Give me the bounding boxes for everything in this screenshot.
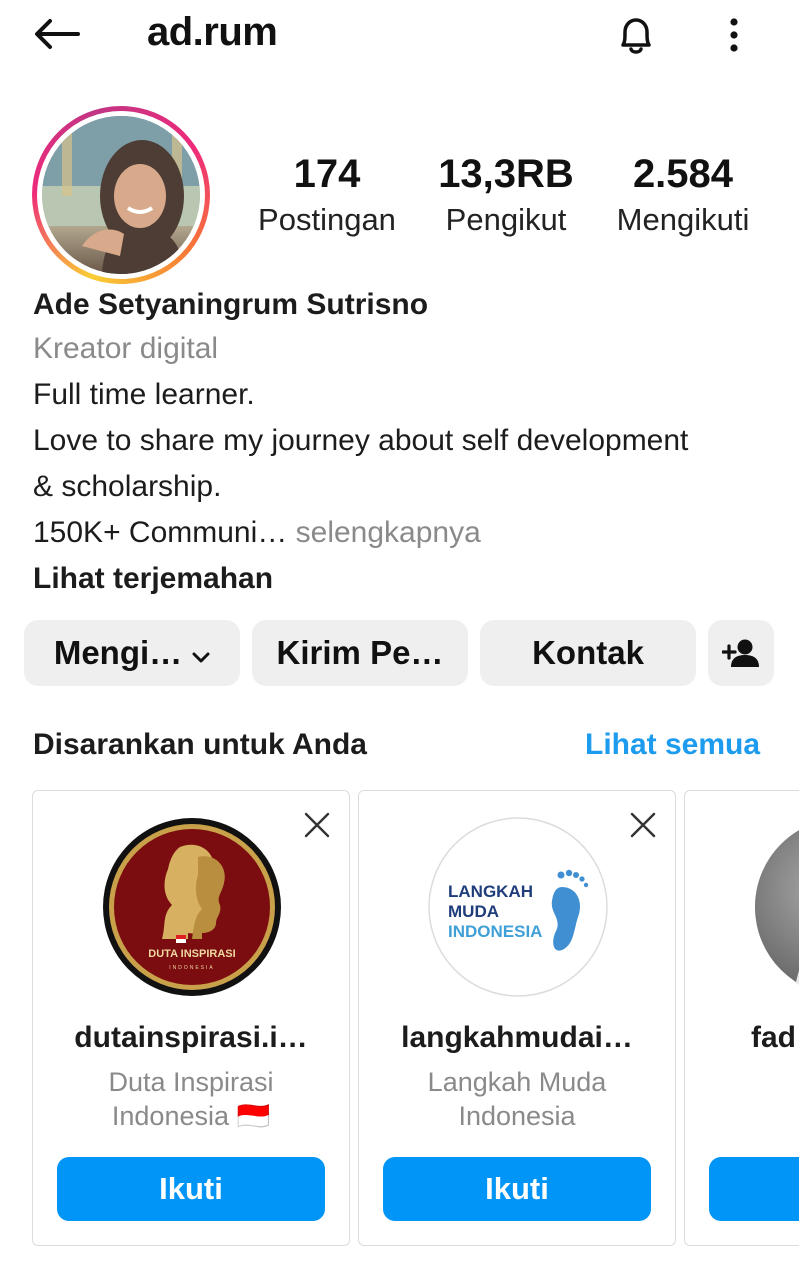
profile-stats: 174 Postingan 13,3RB Pengikut 2.584 Meng… — [240, 150, 780, 250]
more-vertical-icon — [730, 18, 738, 52]
bio-line: Love to share my journey about self deve… — [33, 424, 689, 457]
fullname-line: Indonesia 🇮🇩 — [111, 1101, 271, 1131]
bio-truncated-text: 150K+ Communi… — [33, 516, 288, 549]
profile-avatar-story-ring[interactable] — [32, 106, 210, 284]
see-all-link[interactable]: Lihat semua — [585, 728, 760, 762]
posts-label: Postingan — [258, 202, 396, 237]
see-translation-link[interactable]: Lihat terjemahan — [33, 556, 773, 602]
posts-count: 174 — [293, 152, 361, 196]
arrow-left-icon — [35, 19, 80, 49]
see-more-link[interactable]: selengkapnya — [296, 516, 481, 549]
following-button-label: Mengi… — [53, 634, 183, 671]
suggestion-avatar[interactable]: LANGKAH MUDA INDONESIA — [428, 817, 608, 997]
following-label: Mengikuti — [616, 202, 750, 237]
fullname-line: Langkah Muda — [427, 1067, 607, 1097]
duta-inspirasi-logo: DUTA INSPIRASI INDONESIA — [103, 818, 281, 996]
suggestion-fullname: Langkah Muda Indonesia — [359, 1065, 675, 1133]
dismiss-suggestion-button[interactable] — [299, 807, 335, 843]
chevron-down-icon — [192, 634, 210, 672]
logo-line: MUDA — [448, 902, 499, 921]
profile-avatar — [42, 116, 200, 274]
suggestion-username[interactable]: langkahmudai… — [359, 1021, 675, 1055]
follow-button[interactable]: Ikuti — [57, 1157, 325, 1221]
bio-line: & scholarship. — [33, 470, 222, 503]
fullname-line: Duta Inspirasi — [108, 1067, 274, 1097]
followers-label: Pengikut — [445, 202, 567, 237]
profile-actions: Mengi… Kirim Pe… Kontak — [24, 620, 784, 686]
dismiss-suggestion-button[interactable] — [625, 807, 661, 843]
following-stat[interactable]: 2.584 Mengikuti — [600, 150, 766, 240]
profile-bio: Ade Setyaningrum Sutrisno Kreator digita… — [33, 284, 773, 602]
bio-line: Full time learner. — [33, 378, 255, 411]
notifications-button[interactable] — [608, 10, 664, 60]
follow-button[interactable] — [709, 1157, 799, 1221]
suggestion-avatar[interactable] — [754, 817, 799, 997]
following-count: 2.584 — [632, 152, 734, 196]
suggestion-avatar-photo — [755, 830, 799, 997]
avatar-photo — [42, 116, 200, 274]
profile-username: ad.rum — [147, 10, 278, 54]
profile-full-name: Ade Setyaningrum Sutrisno — [33, 288, 429, 321]
suggestions-title: Disarankan untuk Anda — [33, 728, 367, 761]
top-bar: ad.rum — [0, 0, 799, 70]
suggestion-card[interactable]: DUTA INSPIRASI INDONESIA dutainspirasi.i… — [32, 790, 350, 1246]
logo-text: DUTA INSPIRASI — [148, 948, 235, 960]
langkah-muda-logo: LANGKAH MUDA INDONESIA — [428, 817, 608, 997]
suggestions-carousel[interactable]: DUTA INSPIRASI INDONESIA dutainspirasi.i… — [32, 790, 799, 1246]
contact-button[interactable]: Kontak — [480, 620, 696, 686]
close-icon — [630, 812, 656, 838]
profile-category: Kreator digital — [33, 332, 219, 365]
following-dropdown-button[interactable]: Mengi… — [24, 620, 240, 686]
follow-button[interactable]: Ikuti — [383, 1157, 651, 1221]
suggestion-avatar[interactable]: DUTA INSPIRASI INDONESIA — [102, 817, 282, 997]
posts-stat[interactable]: 174 Postingan — [242, 150, 412, 240]
logo-line: LANGKAH — [448, 882, 533, 901]
bell-icon — [621, 18, 651, 54]
message-button[interactable]: Kirim Pe… — [252, 620, 468, 686]
suggestion-card[interactable]: LANGKAH MUDA INDONESIA langkahmudai… Lan… — [358, 790, 676, 1246]
followers-count: 13,3RB — [438, 152, 574, 196]
more-options-button[interactable] — [712, 10, 756, 60]
close-icon — [304, 812, 330, 838]
suggested-people-button[interactable] — [708, 620, 774, 686]
followers-stat[interactable]: 13,3RB Pengikut — [428, 150, 584, 240]
back-button[interactable] — [28, 12, 84, 56]
suggestion-username[interactable]: fad — [685, 1021, 799, 1055]
logo-subtext: INDONESIA — [169, 965, 215, 971]
add-person-icon — [722, 639, 759, 667]
logo-line: INDONESIA — [448, 922, 542, 941]
suggestion-username[interactable]: dutainspirasi.i… — [33, 1021, 349, 1055]
suggestion-fullname: Duta Inspirasi Indonesia 🇮🇩 — [33, 1065, 349, 1133]
suggestion-card[interactable]: fad — [684, 790, 799, 1246]
bio-line-truncated: 150K+ Communi… selengkapnya — [33, 510, 773, 556]
fullname-line: Indonesia — [458, 1101, 576, 1131]
